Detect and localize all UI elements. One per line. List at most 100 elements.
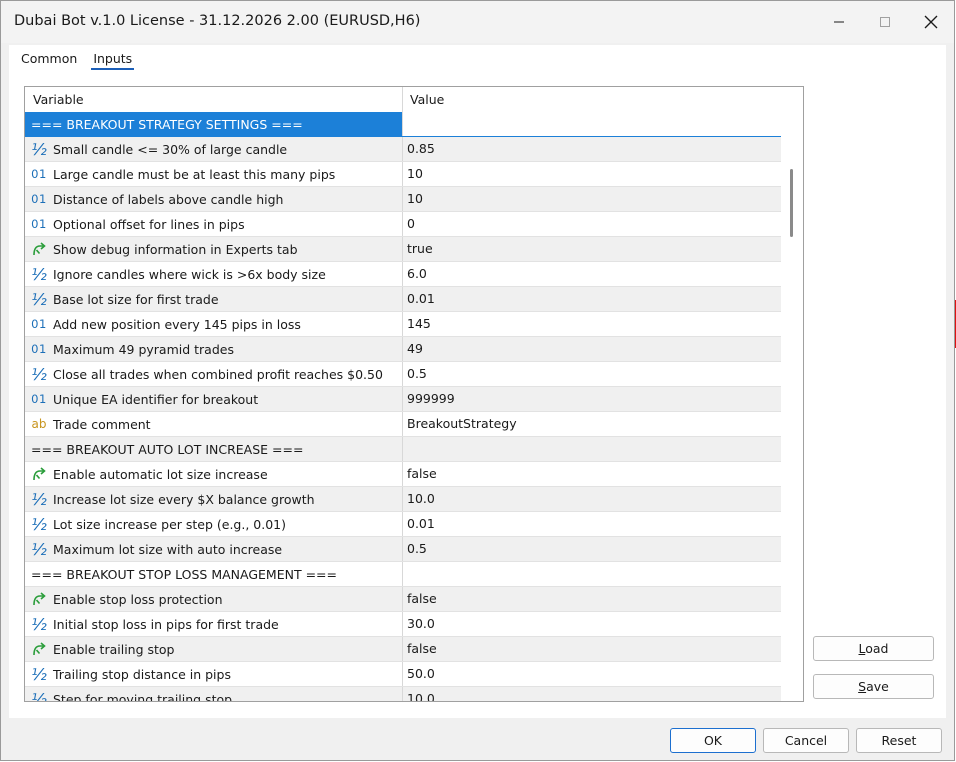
variable-name: Maximum lot size with auto increase <box>53 541 283 557</box>
value-cell[interactable]: true <box>403 237 781 261</box>
grid-row[interactable]: ab Trade comment BreakoutStrategy <box>25 412 781 437</box>
variable-cell[interactable]: ab Trade comment <box>25 412 403 436</box>
variable-cell[interactable]: 01 Optional offset for lines in pips <box>25 212 403 236</box>
variable-cell[interactable]: Enable automatic lot size increase <box>25 462 403 486</box>
grid-section-row[interactable]: === BREAKOUT STRATEGY SETTINGS === <box>25 112 781 137</box>
grid-row[interactable]: Enable stop loss protection false <box>25 587 781 612</box>
variable-cell[interactable]: ½ Small candle <= 30% of large candle <box>25 137 403 161</box>
grid-section-row[interactable]: === BREAKOUT AUTO LOT INCREASE === <box>25 437 781 462</box>
value-cell[interactable]: 10.0 <box>403 487 781 511</box>
tab-common[interactable]: Common <box>13 50 85 70</box>
grid-row[interactable]: 01 Distance of labels above candle high 10 <box>25 187 781 212</box>
vertical-scrollbar[interactable] <box>781 87 803 701</box>
close-button[interactable] <box>908 1 954 43</box>
variable-name: Base lot size for first trade <box>53 291 219 307</box>
grid-row[interactable]: ½ Ignore candles where wick is >6x body s… <box>25 262 781 287</box>
value-cell[interactable]: false <box>403 637 781 661</box>
value-cell[interactable]: BreakoutStrategy <box>403 412 781 436</box>
ok-button[interactable]: OK <box>670 728 756 753</box>
variable-cell[interactable]: ½ Close all trades when combined profit r… <box>25 362 403 386</box>
minimize-icon <box>834 21 844 23</box>
double-type-icon: ½ <box>31 139 47 159</box>
variable-cell[interactable]: ½ Base lot size for first trade <box>25 287 403 311</box>
variable-cell[interactable]: Enable trailing stop <box>25 637 403 661</box>
value-cell[interactable]: 145 <box>403 312 781 336</box>
variable-cell[interactable]: 01 Maximum 49 pyramid trades <box>25 337 403 361</box>
grid-row[interactable]: Enable automatic lot size increase false <box>25 462 781 487</box>
variable-cell[interactable]: ½ Lot size increase per step (e.g., 0.01) <box>25 512 403 536</box>
load-button[interactable]: Load <box>813 636 934 661</box>
variable-name: Trade comment <box>53 416 151 432</box>
dialog-window: Dubai Bot v.1.0 License - 31.12.2026 2.0… <box>0 0 955 761</box>
grid-row[interactable]: ½ Lot size increase per step (e.g., 0.01)… <box>25 512 781 537</box>
value-cell[interactable]: 10 <box>403 162 781 186</box>
maximize-button[interactable] <box>862 1 908 43</box>
cancel-button[interactable]: Cancel <box>763 728 849 753</box>
value-cell[interactable] <box>403 437 781 461</box>
variable-cell[interactable]: ½ Step for moving trailing stop <box>25 687 403 701</box>
value-cell[interactable]: 10 <box>403 187 781 211</box>
value-cell[interactable]: 0 <box>403 212 781 236</box>
minimize-button[interactable] <box>816 1 862 43</box>
boolean-type-icon <box>29 641 49 657</box>
grid-row[interactable]: 01 Add new position every 145 pips in los… <box>25 312 781 337</box>
variable-cell[interactable]: ½ Maximum lot size with auto increase <box>25 537 403 561</box>
grid-row[interactable]: 01 Maximum 49 pyramid trades 49 <box>25 337 781 362</box>
value-cell[interactable]: false <box>403 462 781 486</box>
variable-cell[interactable]: 01 Large candle must be at least this man… <box>25 162 403 186</box>
grid-row[interactable]: Enable trailing stop false <box>25 637 781 662</box>
variable-cell[interactable]: 01 Add new position every 145 pips in los… <box>25 312 403 336</box>
grid-row[interactable]: ½ Close all trades when combined profit r… <box>25 362 781 387</box>
variable-cell[interactable]: ½ Ignore candles where wick is >6x body s… <box>25 262 403 286</box>
variable-cell[interactable]: === BREAKOUT STOP LOSS MANAGEMENT === <box>25 562 403 586</box>
variable-name: Enable stop loss protection <box>53 591 223 607</box>
grid-row[interactable]: 01 Optional offset for lines in pips 0 <box>25 212 781 237</box>
scrollbar-thumb[interactable] <box>790 169 793 237</box>
variable-name: === BREAKOUT AUTO LOT INCREASE === <box>31 441 304 457</box>
grid-row[interactable]: ½ Base lot size for first trade 0.01 <box>25 287 781 312</box>
value-cell[interactable]: 0.01 <box>403 512 781 536</box>
variable-cell[interactable]: 01 Distance of labels above candle high <box>25 187 403 211</box>
save-button[interactable]: Save <box>813 674 934 699</box>
variable-cell[interactable]: 01 Unique EA identifier for breakout <box>25 387 403 411</box>
grid-section-row[interactable]: === BREAKOUT STOP LOSS MANAGEMENT === <box>25 562 781 587</box>
variable-cell[interactable]: ½ Initial stop loss in pips for first tra… <box>25 612 403 636</box>
grid-row[interactable]: Show debug information in Experts tab tru… <box>25 237 781 262</box>
variable-cell[interactable]: === BREAKOUT AUTO LOT INCREASE === <box>25 437 403 461</box>
value-cell[interactable]: 0.5 <box>403 362 781 386</box>
variable-cell[interactable]: === BREAKOUT STRATEGY SETTINGS === <box>25 112 403 136</box>
value-cell[interactable]: 0.5 <box>403 537 781 561</box>
variable-cell[interactable]: Enable stop loss protection <box>25 587 403 611</box>
column-header-variable[interactable]: Variable <box>25 87 403 112</box>
variable-cell[interactable]: Show debug information in Experts tab <box>25 237 403 261</box>
grid-row[interactable]: ½ Initial stop loss in pips for first tra… <box>25 612 781 637</box>
value-cell[interactable] <box>403 562 781 586</box>
grid-row[interactable]: ½ Step for moving trailing stop 10.0 <box>25 687 781 701</box>
grid-row[interactable]: ½ Maximum lot size with auto increase 0.5 <box>25 537 781 562</box>
variable-cell[interactable]: ½ Trailing stop distance in pips <box>25 662 403 686</box>
window-title: Dubai Bot v.1.0 License - 31.12.2026 2.0… <box>14 13 421 29</box>
value-cell[interactable]: 6.0 <box>403 262 781 286</box>
grid-row[interactable]: ½ Increase lot size every $X balance grow… <box>25 487 781 512</box>
value-cell[interactable]: 30.0 <box>403 612 781 636</box>
value-cell[interactable]: 49 <box>403 337 781 361</box>
tab-inputs[interactable]: Inputs <box>85 50 140 70</box>
grid-row[interactable]: 01 Large candle must be at least this man… <box>25 162 781 187</box>
variable-name: Large candle must be at least this many … <box>53 166 336 182</box>
value-cell[interactable]: 0.01 <box>403 287 781 311</box>
title-bar[interactable]: Dubai Bot v.1.0 License - 31.12.2026 2.0… <box>1 1 954 43</box>
grid-row[interactable]: ½ Trailing stop distance in pips 50.0 <box>25 662 781 687</box>
value-cell[interactable] <box>403 112 781 136</box>
value-cell[interactable]: 10.0 <box>403 687 781 701</box>
grid-rows: === BREAKOUT STRATEGY SETTINGS === ½ Small… <box>25 112 781 701</box>
grid-row[interactable]: ½ Small candle <= 30% of large candle 0.85 <box>25 137 781 162</box>
column-header-value[interactable]: Value <box>403 87 781 112</box>
value-cell[interactable]: 0.85 <box>403 137 781 161</box>
reset-button[interactable]: Reset <box>856 728 942 753</box>
value-cell[interactable]: 50.0 <box>403 662 781 686</box>
value-cell[interactable]: 999999 <box>403 387 781 411</box>
value-cell[interactable]: false <box>403 587 781 611</box>
variable-cell[interactable]: ½ Increase lot size every $X balance grow… <box>25 487 403 511</box>
grid-header: Variable Value <box>25 87 781 113</box>
grid-row[interactable]: 01 Unique EA identifier for breakout 99999… <box>25 387 781 412</box>
